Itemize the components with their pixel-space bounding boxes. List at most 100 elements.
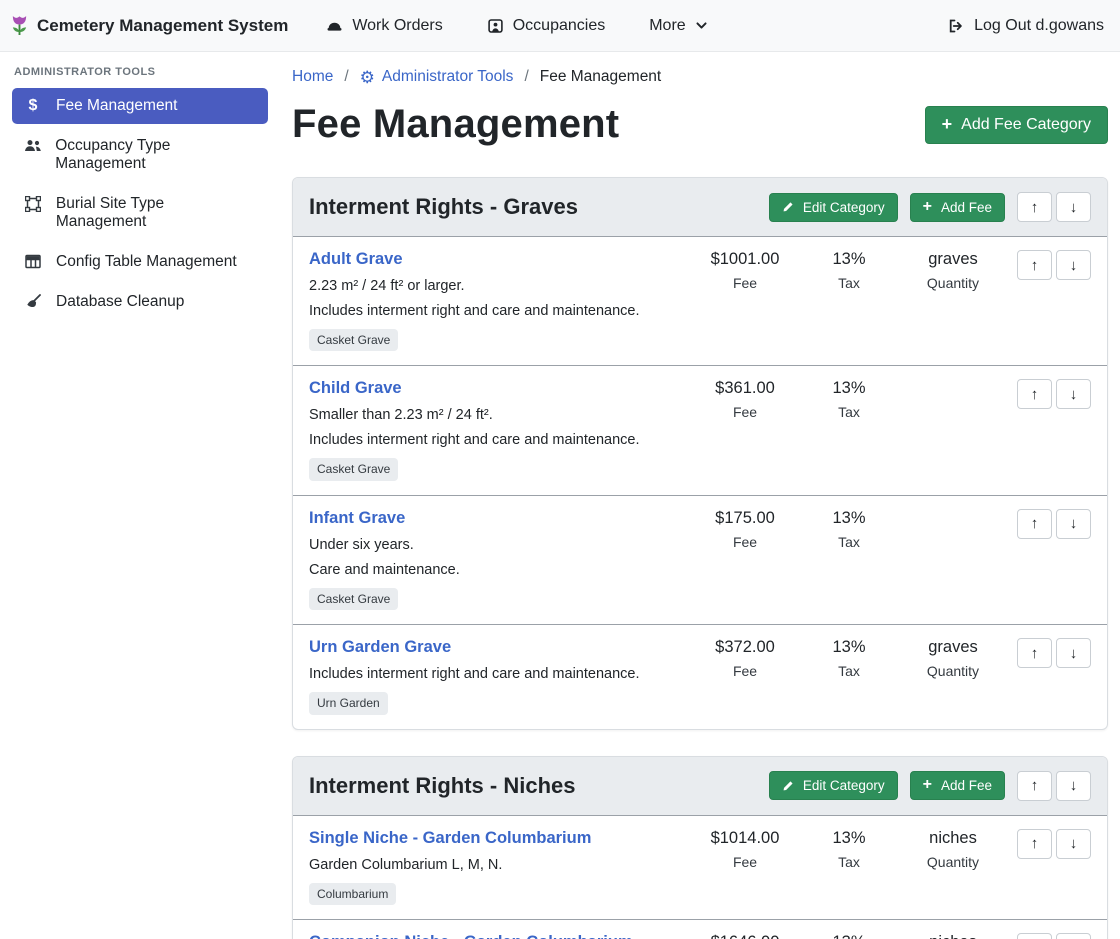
fee-quantity: niches [901, 933, 1005, 939]
fee-tax-cell: 13% Tax [797, 829, 901, 870]
arrow-down-icon: ↓ [1070, 515, 1078, 532]
arrow-down-icon: ↓ [1070, 777, 1078, 794]
fee-name-link[interactable]: Single Niche - Garden Columbarium [309, 829, 591, 848]
move-fee-down-button[interactable]: ↓ [1056, 638, 1091, 668]
breadcrumb-separator: / [524, 68, 528, 86]
fee-amount-cell: $361.00 Fee [693, 379, 797, 420]
fee-amount-cell: $175.00 Fee [693, 509, 797, 550]
fee-quantity: graves [901, 250, 1005, 269]
fee-description: Garden Columbarium L, M, N. [309, 857, 693, 873]
sidebar-item-database-cleanup[interactable]: Database Cleanup [12, 284, 268, 320]
sidebar-item-burial-site-type-management[interactable]: Burial Site Type Management [12, 186, 268, 240]
move-fee-up-button[interactable]: ↑ [1017, 509, 1052, 539]
fee-name-link[interactable]: Adult Grave [309, 250, 403, 269]
fee-row: Single Niche - Garden Columbarium Garden… [293, 816, 1107, 919]
move-fee-up-button[interactable]: ↑ [1017, 379, 1052, 409]
fee-name-link[interactable]: Urn Garden Grave [309, 638, 451, 657]
add-fee-button[interactable]: + Add Fee [910, 771, 1005, 800]
fee-amount: $372.00 [693, 638, 797, 657]
move-fee-up-button[interactable]: ↑ [1017, 638, 1052, 668]
fee-amount-cell: $1014.00 Fee [693, 829, 797, 870]
move-fee-up-button[interactable]: ↑ [1017, 250, 1052, 280]
arrow-down-icon: ↓ [1070, 199, 1078, 216]
edit-category-button[interactable]: Edit Category [769, 193, 898, 222]
fee-tax-cell: 13% Tax [797, 250, 901, 291]
breadcrumb-home-link[interactable]: Home [292, 68, 333, 86]
fee-amount-cell: $1001.00 Fee [693, 250, 797, 291]
fee-tax-label: Tax [797, 534, 901, 550]
move-category-down-button[interactable]: ↓ [1056, 192, 1091, 222]
move-fee-down-button[interactable]: ↓ [1056, 250, 1091, 280]
move-fee-up-button[interactable]: ↑ [1017, 829, 1052, 859]
arrow-up-icon: ↑ [1031, 835, 1039, 852]
fee-quantity-cell: niches Quantity [901, 933, 1005, 939]
brand-link[interactable]: Cemetery Management System [10, 14, 288, 37]
sidebar-item-label: Database Cleanup [56, 293, 184, 311]
fee-name-link[interactable]: Infant Grave [309, 509, 405, 528]
fee-description: Care and maintenance. [309, 562, 693, 578]
fee-amount-label: Fee [693, 404, 797, 420]
add-fee-label: Add Fee [941, 200, 992, 215]
fee-description: 2.23 m² / 24 ft² or larger. [309, 278, 693, 294]
dollar-icon: $ [22, 98, 44, 114]
brand-title: Cemetery Management System [37, 16, 288, 36]
sidebar-item-fee-management[interactable]: $ Fee Management [12, 88, 268, 124]
move-fee-down-button[interactable]: ↓ [1056, 829, 1091, 859]
breadcrumb-current: Fee Management [540, 68, 662, 86]
logout-link[interactable]: Log Out d.gowans [947, 17, 1104, 35]
top-navbar: Cemetery Management System Work Orders [0, 0, 1120, 52]
nav-work-orders[interactable]: Work Orders [326, 17, 442, 35]
category-header: Interment Rights - Niches Edit Category … [293, 757, 1107, 816]
nav-more[interactable]: More [649, 17, 707, 35]
fee-name-link[interactable]: Child Grave [309, 379, 402, 398]
move-fee-down-button[interactable]: ↓ [1056, 933, 1091, 939]
category-actions: Edit Category + Add Fee ↑ ↓ [769, 771, 1091, 801]
nav-work-orders-label: Work Orders [352, 17, 442, 35]
arrow-down-icon: ↓ [1070, 257, 1078, 274]
breadcrumb-admin-tools-link[interactable]: ⚙ Administrator Tools [360, 68, 514, 86]
fee-type-badge: Casket Grave [309, 588, 398, 610]
category-header: Interment Rights - Graves Edit Category … [293, 178, 1107, 237]
move-fee-down-button[interactable]: ↓ [1056, 509, 1091, 539]
add-fee-category-button[interactable]: + Add Fee Category [925, 106, 1108, 144]
fee-quantity-cell: graves Quantity [901, 638, 1005, 679]
arrow-up-icon: ↑ [1031, 777, 1039, 794]
fee-tax: 13% [797, 933, 901, 939]
category-title: Interment Rights - Niches [309, 773, 769, 799]
sidebar-item-config-table-management[interactable]: Config Table Management [12, 244, 268, 280]
fee-reorder: ↑ ↓ [1005, 638, 1091, 668]
fee-description: Includes interment right and care and ma… [309, 432, 693, 448]
move-category-up-button[interactable]: ↑ [1017, 192, 1052, 222]
sidebar-item-label: Occupancy Type Management [55, 137, 258, 173]
category-reorder: ↑ ↓ [1017, 192, 1091, 222]
logout-label: Log Out d.gowans [974, 17, 1104, 35]
fee-description: Includes interment right and care and ma… [309, 666, 693, 682]
nav-occupancies[interactable]: Occupancies [487, 17, 606, 35]
arrow-up-icon: ↑ [1031, 199, 1039, 216]
fee-info: Companion Niche - Garden Columbarium Gar… [309, 933, 693, 939]
tulip-logo-icon [10, 14, 29, 37]
fee-quantity-cell: niches Quantity [901, 829, 1005, 870]
fee-tax-label: Tax [797, 663, 901, 679]
users-icon [22, 138, 43, 153]
move-fee-up-button[interactable]: ↑ [1017, 933, 1052, 939]
fee-amount-label: Fee [693, 663, 797, 679]
pencil-icon [782, 780, 794, 792]
sidebar-item-occupancy-type-management[interactable]: Occupancy Type Management [12, 128, 268, 182]
fee-name-link[interactable]: Companion Niche - Garden Columbarium [309, 933, 633, 939]
edit-category-label: Edit Category [803, 778, 885, 793]
fee-info: Urn Garden Grave Includes interment righ… [309, 638, 693, 714]
fee-category-card-niches: Interment Rights - Niches Edit Category … [292, 756, 1108, 939]
arrow-down-icon: ↓ [1070, 835, 1078, 852]
fee-tax-label: Tax [797, 275, 901, 291]
fee-amount-label: Fee [693, 534, 797, 550]
edit-category-button[interactable]: Edit Category [769, 771, 898, 800]
move-category-up-button[interactable]: ↑ [1017, 771, 1052, 801]
move-fee-down-button[interactable]: ↓ [1056, 379, 1091, 409]
arrow-down-icon: ↓ [1070, 386, 1078, 403]
add-fee-button[interactable]: + Add Fee [910, 193, 1005, 222]
nav-occupancies-label: Occupancies [513, 17, 606, 35]
fee-tax-label: Tax [797, 404, 901, 420]
fee-type-badge: Urn Garden [309, 692, 388, 714]
move-category-down-button[interactable]: ↓ [1056, 771, 1091, 801]
